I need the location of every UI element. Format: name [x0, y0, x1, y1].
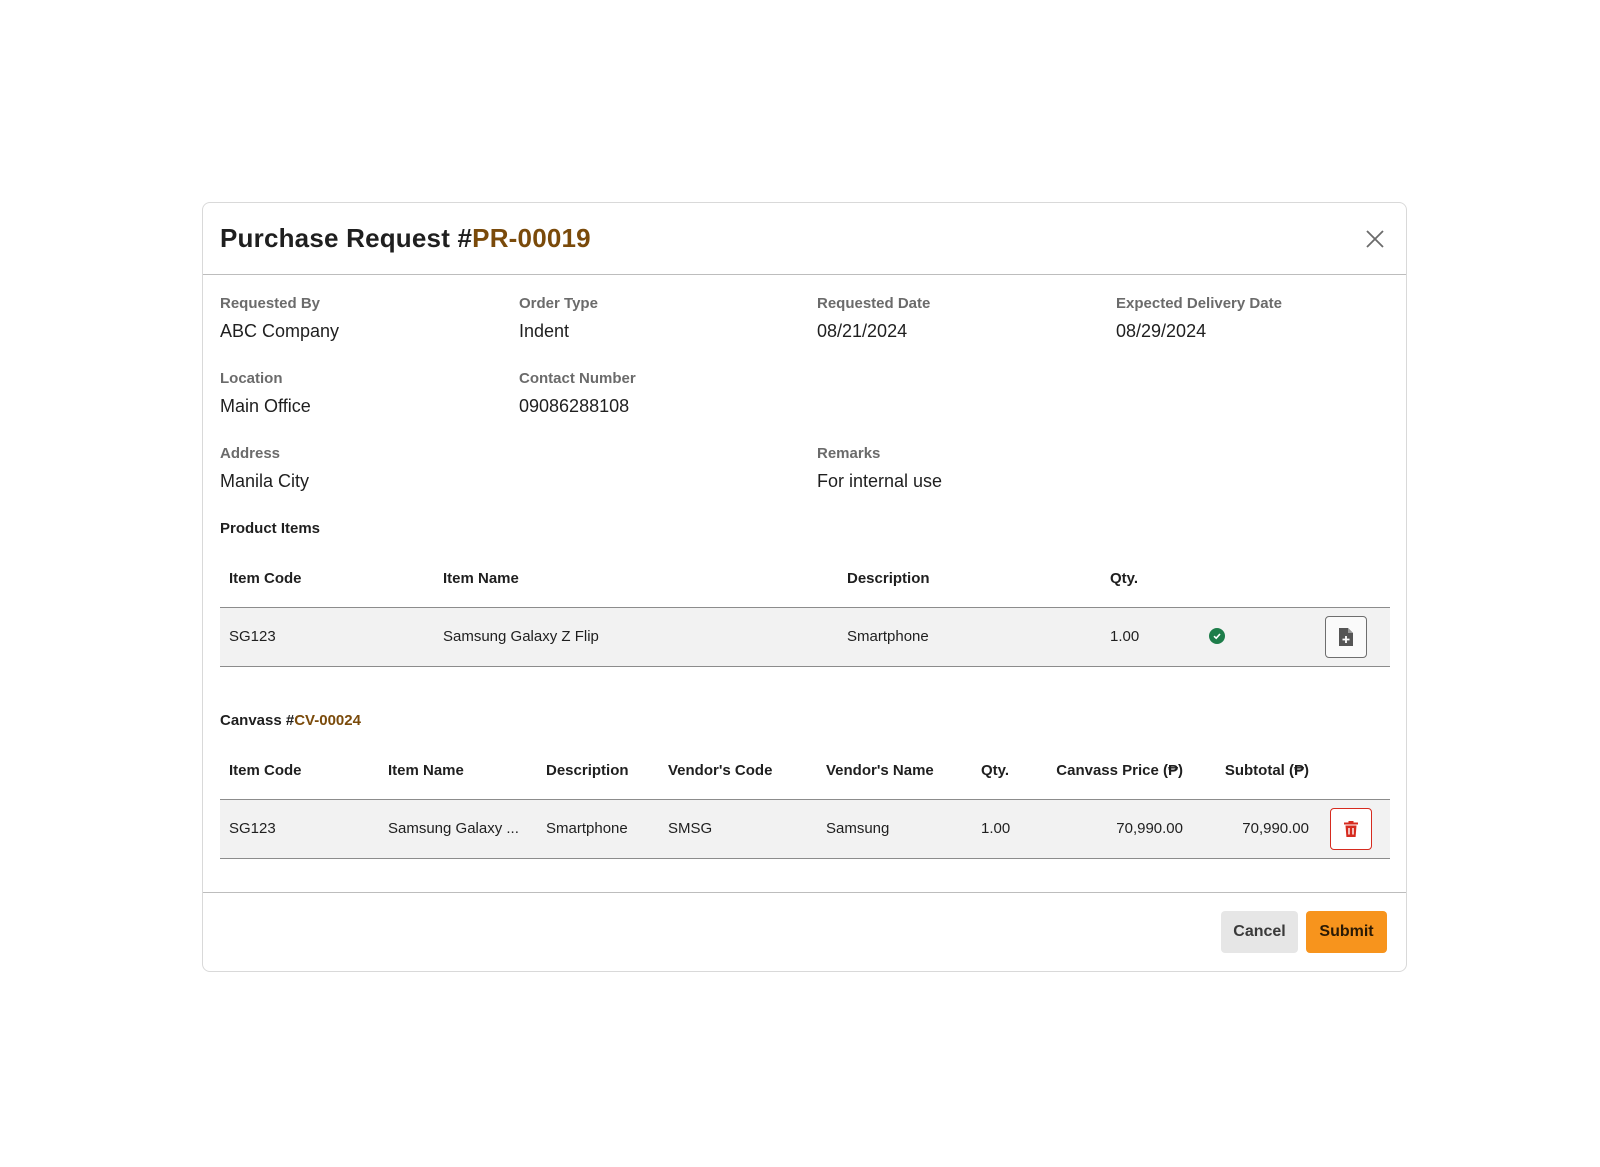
cell-status: [1200, 607, 1325, 666]
location-field: Location Main Office: [220, 370, 311, 417]
expected-delivery-date-field: Expected Delivery Date 08/29/2024: [1116, 295, 1282, 342]
column-header-qty: Qty.: [981, 761, 1010, 779]
cell-vendor-name: Samsung: [817, 799, 972, 858]
delete-canvass-item-button[interactable]: [1330, 807, 1372, 850]
canvass-table: Item Code Item Name Description Vendor's…: [220, 742, 1390, 859]
column-header-item-code: Item Code: [229, 761, 302, 779]
cell-qty: 1.00: [972, 799, 1032, 858]
product-items-title: Product Items: [220, 520, 321, 537]
address-label: Address: [220, 445, 281, 462]
modal-header: Purchase Request #PR-00019: [203, 203, 1406, 275]
canvass-header-row: Item Code Item Name Description Vendor's…: [220, 742, 1390, 799]
modal-footer: Cancel Submit: [203, 892, 1406, 972]
cell-action: [1318, 799, 1390, 858]
remarks-value: For internal use: [817, 471, 943, 491]
remarks-label: Remarks: [817, 445, 881, 462]
requested-date-value: 08/21/2024: [817, 321, 908, 341]
canvass-title-prefix: Canvass #: [220, 712, 295, 729]
cell-item-code: SG123: [220, 607, 434, 666]
file-add-icon: [1339, 627, 1353, 646]
cell-description: Smartphone: [838, 607, 1101, 666]
location-label: Location: [220, 370, 283, 387]
cell-item-name: Samsung Galaxy ...: [379, 799, 537, 858]
remarks-field: Remarks For internal use: [817, 445, 942, 492]
column-header-description: Description: [546, 761, 629, 779]
modal-title-prefix: Purchase Request #: [220, 223, 473, 253]
contact-number-value: 09086288108: [519, 396, 630, 416]
add-to-canvass-button[interactable]: [1325, 615, 1367, 658]
column-header-vendor-code: Vendor's Code: [668, 761, 773, 779]
pr-number: PR-00019: [472, 223, 591, 253]
order-type-label: Order Type: [519, 295, 598, 312]
check-circle-icon: [1209, 628, 1225, 644]
submit-button[interactable]: Submit: [1306, 911, 1387, 953]
column-header-vendor-name: Vendor's Name: [826, 761, 934, 779]
cell-qty: 1.00: [1101, 607, 1200, 666]
column-header-item-code: Item Code: [229, 569, 302, 587]
column-header-item-name: Item Name: [443, 569, 519, 587]
table-row: SG123 Samsung Galaxy ... Smartphone SMSG…: [220, 799, 1390, 858]
cell-item-code: SG123: [220, 799, 379, 858]
cell-item-name: Samsung Galaxy Z Flip: [434, 607, 838, 666]
modal-title: Purchase Request #PR-00019: [220, 223, 591, 254]
order-type-field: Order Type Indent: [519, 295, 598, 342]
close-button[interactable]: [1362, 226, 1388, 252]
column-header-subtotal: Subtotal (₱): [1224, 761, 1309, 779]
trash-icon: [1344, 820, 1358, 837]
cell-subtotal: 70,990.00: [1192, 799, 1318, 858]
address-value: Manila City: [220, 471, 310, 491]
column-header-action: [1318, 742, 1390, 799]
column-header-status: [1200, 550, 1325, 607]
order-type-value: Indent: [519, 321, 570, 341]
column-header-qty: Qty.: [1110, 569, 1139, 587]
requested-by-value: ABC Company: [220, 321, 340, 341]
requested-by-label: Requested By: [220, 295, 321, 312]
table-row: SG123 Samsung Galaxy Z Flip Smartphone 1…: [220, 607, 1390, 666]
requested-date-field: Requested Date 08/21/2024: [817, 295, 930, 342]
expected-delivery-date-value: 08/29/2024: [1116, 321, 1207, 341]
close-icon: [1366, 229, 1384, 248]
column-header-action: [1325, 550, 1390, 607]
location-value: Main Office: [220, 396, 311, 416]
cell-canvass-price: 70,990.00: [1032, 799, 1192, 858]
cell-action: [1325, 607, 1390, 666]
cancel-button[interactable]: Cancel: [1221, 911, 1298, 953]
requested-date-label: Requested Date: [817, 295, 931, 312]
column-header-canvass-price: Canvass Price (₱): [1056, 761, 1183, 779]
column-header-item-name: Item Name: [388, 761, 464, 779]
product-items-header-row: Item Code Item Name Description Qty.: [220, 550, 1390, 607]
cell-vendor-code: SMSG: [659, 799, 817, 858]
product-items-table: Item Code Item Name Description Qty. SG1…: [220, 550, 1390, 667]
canvass-title: Canvass #CV-00024: [220, 712, 361, 729]
column-header-description: Description: [847, 569, 930, 587]
address-field: Address Manila City: [220, 445, 309, 492]
cell-description: Smartphone: [537, 799, 659, 858]
purchase-request-modal: Purchase Request #PR-00019 Requested By …: [202, 202, 1407, 972]
contact-number-label: Contact Number: [519, 370, 636, 387]
canvass-number: CV-00024: [294, 712, 361, 729]
expected-delivery-date-label: Expected Delivery Date: [1116, 295, 1282, 312]
requested-by-field: Requested By ABC Company: [220, 295, 339, 342]
contact-number-field: Contact Number 09086288108: [519, 370, 636, 417]
